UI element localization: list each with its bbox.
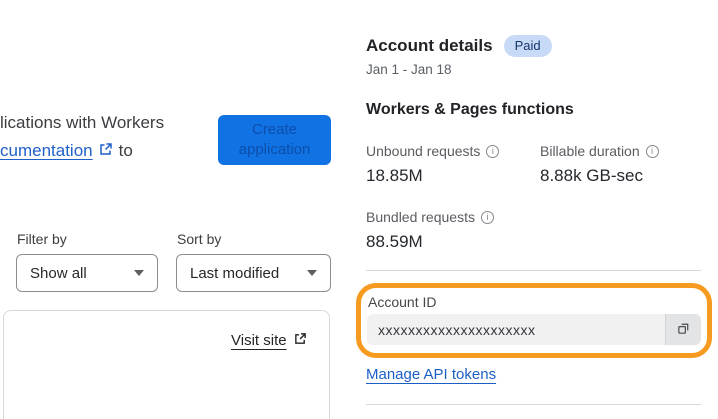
info-icon[interactable]: i [480,210,494,224]
intro-text: lications with Workers cumentation to [0,113,164,161]
sort-dropdown-value: Last modified [190,264,280,282]
account-id-label: Account ID [368,294,437,310]
chevron-down-icon [134,270,144,276]
filter-dropdown-value: Show all [30,264,87,282]
divider [366,404,701,405]
project-card: Visit site [3,310,330,419]
stat-unbound-requests: Unbound requests i 18.85M [366,143,536,186]
copy-account-id-button[interactable] [665,314,701,345]
billing-date-range: Jan 1 - Jan 18 [366,62,452,77]
stat-value: 8.88k GB-sec [540,166,643,185]
filter-dropdown[interactable]: Show all [16,254,158,292]
account-details-title: Account details [366,36,493,56]
external-link-icon [99,141,113,161]
stat-label: Unbound requests [366,143,481,159]
account-id-input[interactable] [367,314,665,345]
stat-billable-duration: Billable duration i 8.88k GB-sec [540,143,710,186]
workers-pages-functions-title: Workers & Pages functions [366,101,574,118]
external-link-icon [294,332,307,349]
stat-value: 88.59M [366,232,423,251]
filter-by-label: Filter by [17,231,67,247]
account-id-field-group [367,314,701,345]
sort-by-label: Sort by [177,231,222,247]
intro-line1: lications with Workers [0,113,165,132]
intro-after: to [118,141,133,160]
workers-pages-dashboard: lications with Workers cumentation to Cr… [0,0,718,419]
divider [366,270,701,271]
info-icon[interactable]: i [645,144,659,158]
create-application-button[interactable]: Create application [218,115,331,165]
info-icon[interactable]: i [486,144,500,158]
stat-label: Billable duration [540,143,640,159]
stat-value: 18.85M [366,166,423,185]
sort-dropdown[interactable]: Last modified [176,254,331,292]
documentation-link[interactable]: cumentation [0,141,93,161]
paid-plan-badge: Paid [503,35,552,58]
chevron-down-icon [307,270,317,276]
stat-bundled-requests: Bundled requests i 88.59M [366,209,536,252]
visit-site-link[interactable]: Visit site [231,332,287,349]
copy-icon [676,321,691,339]
stat-label: Bundled requests [366,209,475,225]
manage-api-tokens-link[interactable]: Manage API tokens [366,366,496,383]
